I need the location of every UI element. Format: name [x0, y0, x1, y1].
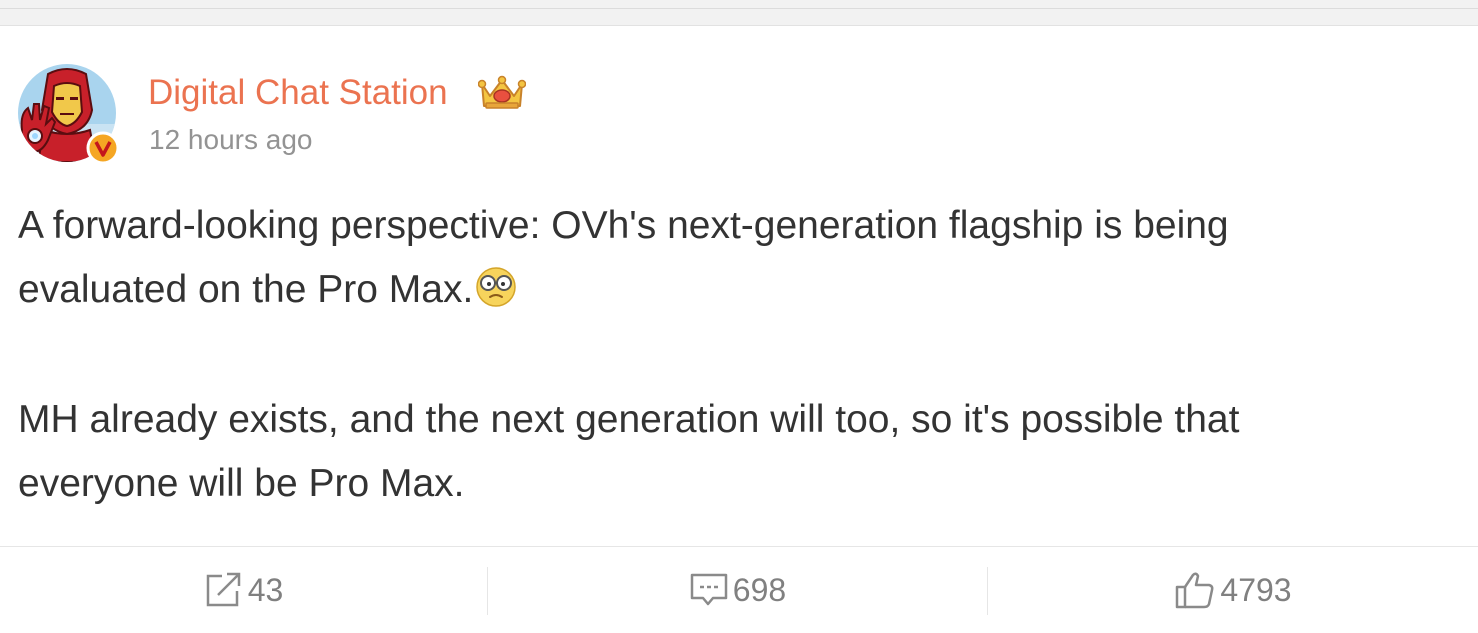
repost-icon: [206, 572, 240, 607]
comment-icon: [690, 573, 728, 606]
post-card: Digital Chat Station 12 hours ago A forw…: [0, 26, 1478, 633]
crown-icon[interactable]: [478, 74, 526, 112]
post-text-line: everyone will be Pro Max.: [18, 462, 465, 505]
repost-count: 43: [247, 571, 284, 608]
top-divider: [0, 8, 1478, 9]
comment-count: 698: [732, 571, 787, 608]
post-text-line: evaluated on the Pro Max.: [18, 268, 474, 311]
post-timestamp[interactable]: 12 hours ago: [149, 122, 312, 158]
thumbs-up-icon: [1176, 572, 1214, 609]
action-bar: 43 698 4793: [0, 546, 1478, 633]
post-text-line-with-emoji: evaluated on the Pro Max.: [18, 266, 517, 314]
author-avatar[interactable]: [18, 64, 120, 165]
glasses-emoji-icon: [476, 267, 517, 307]
comment-button[interactable]: 698: [488, 547, 987, 633]
post-text-line: MH already exists, and the next generati…: [18, 398, 1240, 441]
top-strip: [0, 0, 1478, 26]
repost-button[interactable]: 43: [0, 547, 487, 633]
like-button[interactable]: 4793: [988, 547, 1478, 633]
post-text-line: A forward-looking perspective: OVh's nex…: [18, 204, 1229, 247]
like-count: 4793: [1220, 571, 1292, 608]
author-name[interactable]: Digital Chat Station: [148, 71, 448, 115]
verified-badge-icon: [86, 131, 120, 165]
